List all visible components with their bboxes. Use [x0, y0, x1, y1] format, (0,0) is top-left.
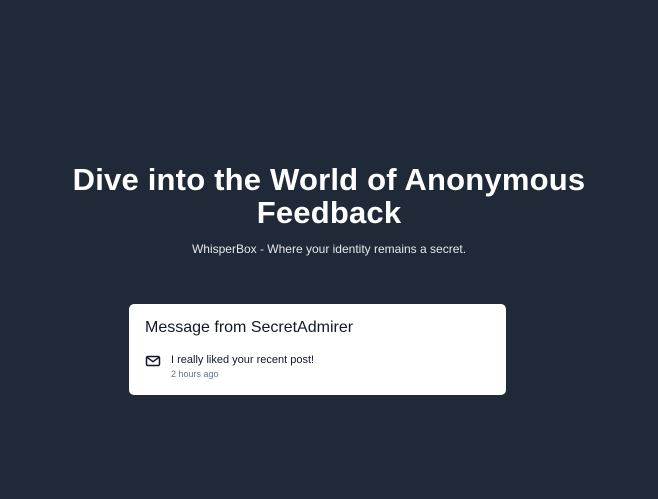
message-timestamp: 2 hours ago: [171, 369, 219, 379]
mail-icon: [145, 353, 161, 369]
page-subtitle: WhisperBox - Where your identity remains…: [191, 242, 467, 256]
message-row: I really liked your recent post! 2 hours…: [145, 353, 490, 380]
hero-section: Dive into the World of Anonymous Feedbac…: [0, 163, 658, 257]
message-card: Message from SecretAdmirer I really like…: [129, 304, 506, 395]
page-title: Dive into the World of Anonymous Feedbac…: [72, 162, 586, 230]
message-text: I really liked your recent post! 2 hours…: [171, 353, 314, 380]
message-body: I really liked your recent post!: [171, 354, 315, 366]
message-card-title: Message from SecretAdmirer: [145, 319, 354, 336]
